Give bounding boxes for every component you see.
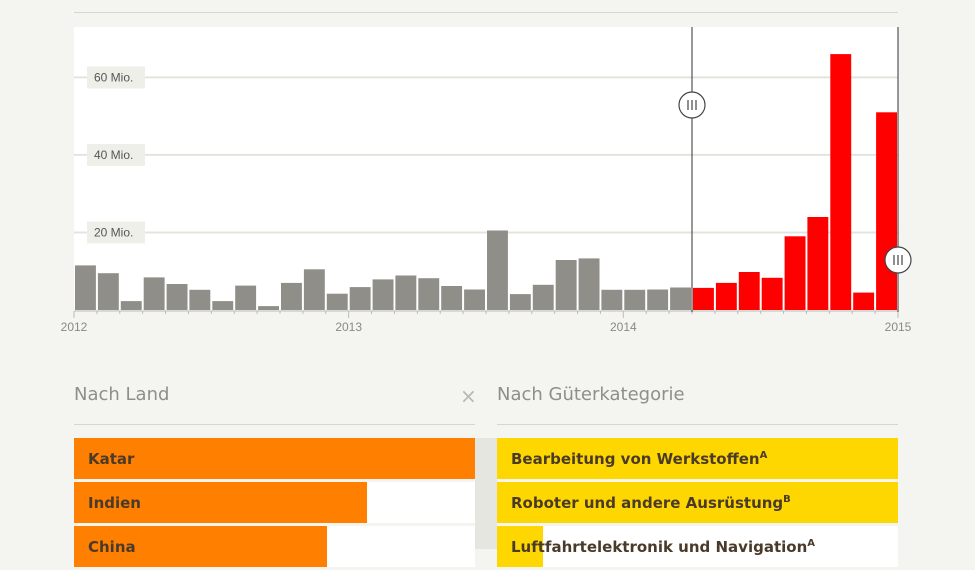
chart-bar <box>509 294 531 310</box>
y-tick-label: 20 Mio. <box>94 225 133 239</box>
chart-bar <box>647 289 669 310</box>
chart-bar <box>693 287 714 310</box>
export-bar-chart: 20 Mio. 40 Mio. 60 Mio. 2012 2013 2014 2015 <box>0 0 975 340</box>
chart-bar <box>738 272 760 310</box>
chart-bar <box>258 306 279 310</box>
x-tick-label: 2014 <box>610 320 637 334</box>
list-item[interactable]: Luftfahrtelektronik und NavigationA <box>497 526 898 567</box>
chart-bar <box>120 301 142 310</box>
country-list: Katar Indien China <box>74 438 475 570</box>
chart-bar <box>670 287 691 310</box>
chart-bar <box>303 269 325 310</box>
list-item-label: Luftfahrtelektronik und NavigationA <box>511 538 815 556</box>
plot-area <box>74 27 898 310</box>
footnote-marker: A <box>759 450 768 461</box>
chart-bar <box>876 112 897 310</box>
chart-bar <box>464 289 485 310</box>
chart-bar <box>395 275 417 310</box>
chart-bar <box>624 289 646 310</box>
list-item-text: Katar <box>88 450 135 468</box>
list-item[interactable]: Bearbeitung von WerkstoffenA <box>497 438 898 479</box>
chart-bar <box>578 258 600 310</box>
list-item[interactable]: China <box>74 526 475 567</box>
category-panel-divider <box>497 424 898 425</box>
list-item-text: China <box>88 538 136 556</box>
chart-bar <box>807 217 829 310</box>
x-tick-label: 2012 <box>61 320 88 334</box>
list-item-label: Indien <box>88 494 141 512</box>
list-item-text: Bearbeitung von Werkstoffen <box>511 450 760 468</box>
chart-bar <box>372 279 394 310</box>
list-item-label: Katar <box>88 450 134 468</box>
list-item[interactable]: Katar <box>74 438 475 479</box>
close-icon[interactable]: × <box>460 384 477 408</box>
chart-bar <box>441 286 463 310</box>
category-list: Bearbeitung von WerkstoffenA Roboter und … <box>497 438 898 570</box>
chart-bar <box>555 260 577 310</box>
list-item-text: Roboter und andere Ausrüstung <box>511 494 784 512</box>
panel-gap <box>475 438 497 549</box>
list-item-label: Roboter und andere AusrüstungB <box>511 494 791 512</box>
list-item-label: Bearbeitung von WerkstoffenA <box>511 450 767 468</box>
chart-bar <box>830 54 852 310</box>
chart-bar <box>212 301 234 310</box>
y-tick-label: 60 Mio. <box>94 70 133 84</box>
chart-bar <box>418 278 440 310</box>
list-item-text: Luftfahrtelektronik und Navigation <box>511 538 808 556</box>
x-tick-label: 2013 <box>335 320 362 334</box>
chart-bar <box>143 277 165 310</box>
footnote-marker: A <box>807 538 815 549</box>
chart-svg: 20 Mio. 40 Mio. 60 Mio. 2012 2013 2014 2015 <box>61 27 912 334</box>
chart-bar <box>75 265 96 310</box>
chart-bar <box>601 289 623 310</box>
chart-bar <box>235 285 257 310</box>
chart-bar <box>784 236 806 310</box>
chart-bar <box>166 284 188 310</box>
country-panel-title: Nach Land <box>74 384 170 405</box>
chart-bar <box>189 289 211 310</box>
footnote-marker: B <box>783 494 791 505</box>
category-panel-title: Nach Güterkategorie <box>497 384 685 405</box>
x-tick-label: 2015 <box>885 320 912 334</box>
y-tick-label: 40 Mio. <box>94 148 133 162</box>
list-item-label: China <box>88 538 136 556</box>
chart-bar <box>97 273 119 310</box>
chart-bar <box>853 292 875 310</box>
chart-bar <box>326 293 348 310</box>
list-item[interactable]: Indien <box>74 482 475 523</box>
list-item[interactable]: Roboter und andere AusrüstungB <box>497 482 898 523</box>
chart-bar <box>349 287 371 310</box>
country-panel-divider <box>74 424 475 425</box>
list-item-text: Indien <box>88 494 141 512</box>
chart-bar <box>715 282 737 310</box>
chart-bar <box>532 284 554 310</box>
chart-bar <box>761 277 783 310</box>
chart-bar <box>487 230 508 310</box>
chart-bar <box>281 282 302 310</box>
